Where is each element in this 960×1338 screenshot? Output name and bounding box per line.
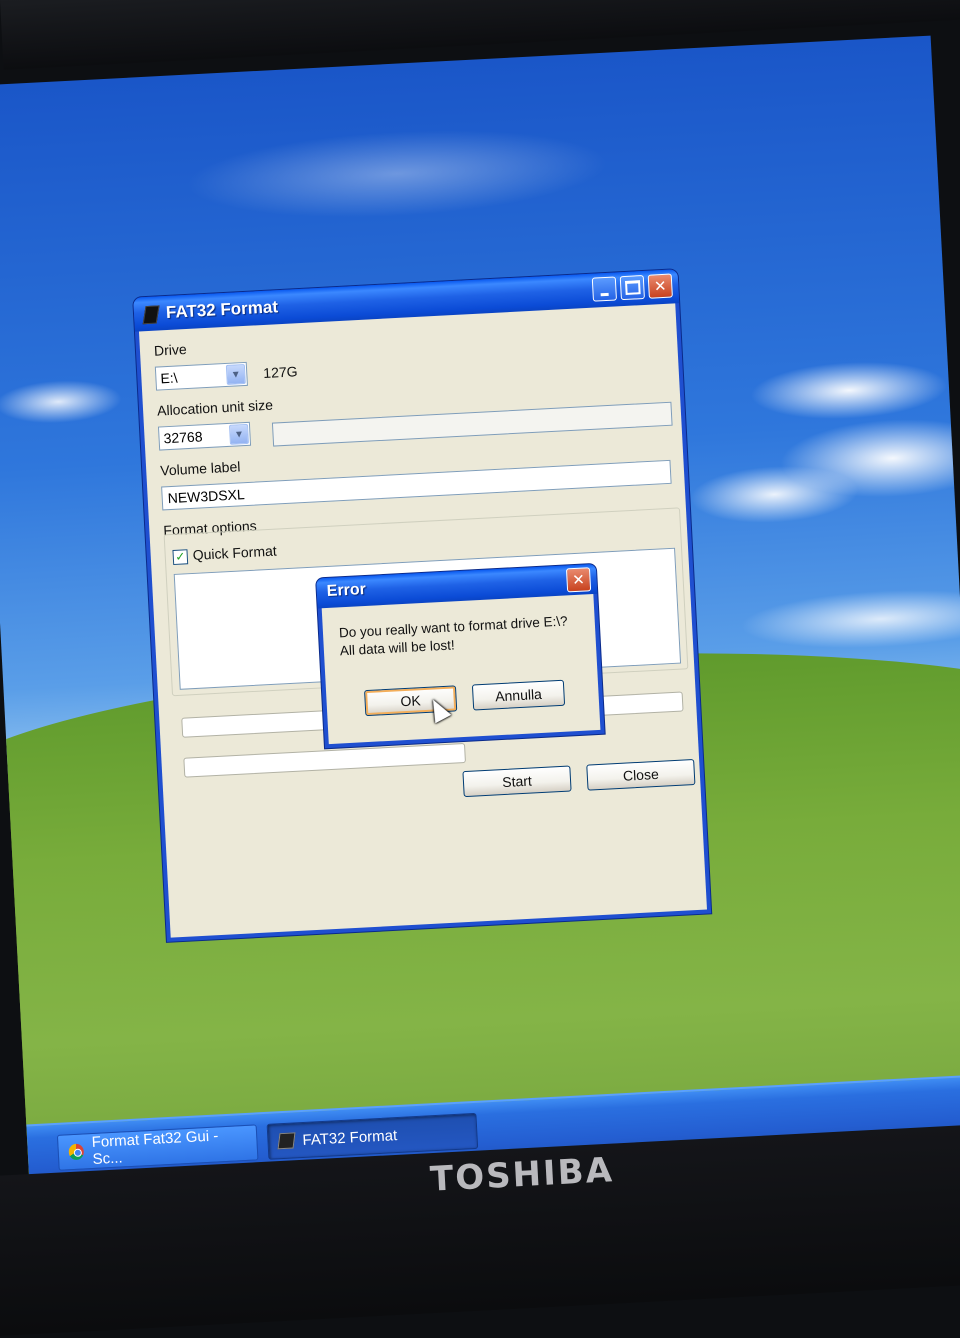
allocation-unit-select[interactable]: 32768 ▼ [157,421,252,451]
annulla-button[interactable]: Annulla [471,679,566,711]
drive-label: Drive [153,341,188,359]
allocation-unit-value: 32768 [163,428,203,447]
error-dialog-client: Do you really want to format drive E:\? … [321,594,601,745]
taskbar-item-label: Format Fat32 Gui - Sc... [91,1127,219,1169]
close-icon: ✕ [571,569,586,589]
drive-select[interactable]: E:\ ▼ [154,361,248,391]
chrome-icon [68,1143,85,1161]
close-button[interactable]: Close [586,758,696,791]
close-window-button[interactable]: ✕ [647,273,673,299]
error-dialog: Error ✕ Do you really want to format dri… [316,563,605,749]
minimize-button[interactable] [591,276,617,302]
volume-label-value: NEW3DSXL [167,486,246,507]
taskbar-item-label: FAT32 Format [302,1126,398,1149]
disabled-field [271,401,673,447]
start-button[interactable]: Start [462,765,572,798]
error-message-line1: Do you really want to format drive E:\? [338,613,568,641]
fat32-format-icon [142,305,160,325]
drive-size: 127G [262,363,298,382]
drive-select-value: E:\ [160,369,178,387]
chevron-down-icon[interactable]: ▼ [225,363,246,385]
quick-format-checkbox[interactable]: ✓ [172,549,189,565]
window-title: FAT32 Format [165,297,279,323]
fat32-format-icon [277,1132,296,1150]
maximize-button[interactable] [619,274,645,301]
desktop: FAT32 Format ✕ Drive E:\ ▼ 127G Allocati… [0,35,960,1185]
error-close-button[interactable]: ✕ [565,567,592,593]
volume-label-caption: Volume label [159,458,241,479]
minimize-icon [600,292,609,296]
maximize-icon [624,280,641,295]
close-icon: ✕ [653,276,668,295]
allocation-unit-label: Allocation unit size [156,396,274,419]
error-dialog-title: Error [326,580,367,600]
error-message-line2: All data will be lost! [339,637,455,659]
chevron-down-icon[interactable]: ▼ [228,423,249,445]
